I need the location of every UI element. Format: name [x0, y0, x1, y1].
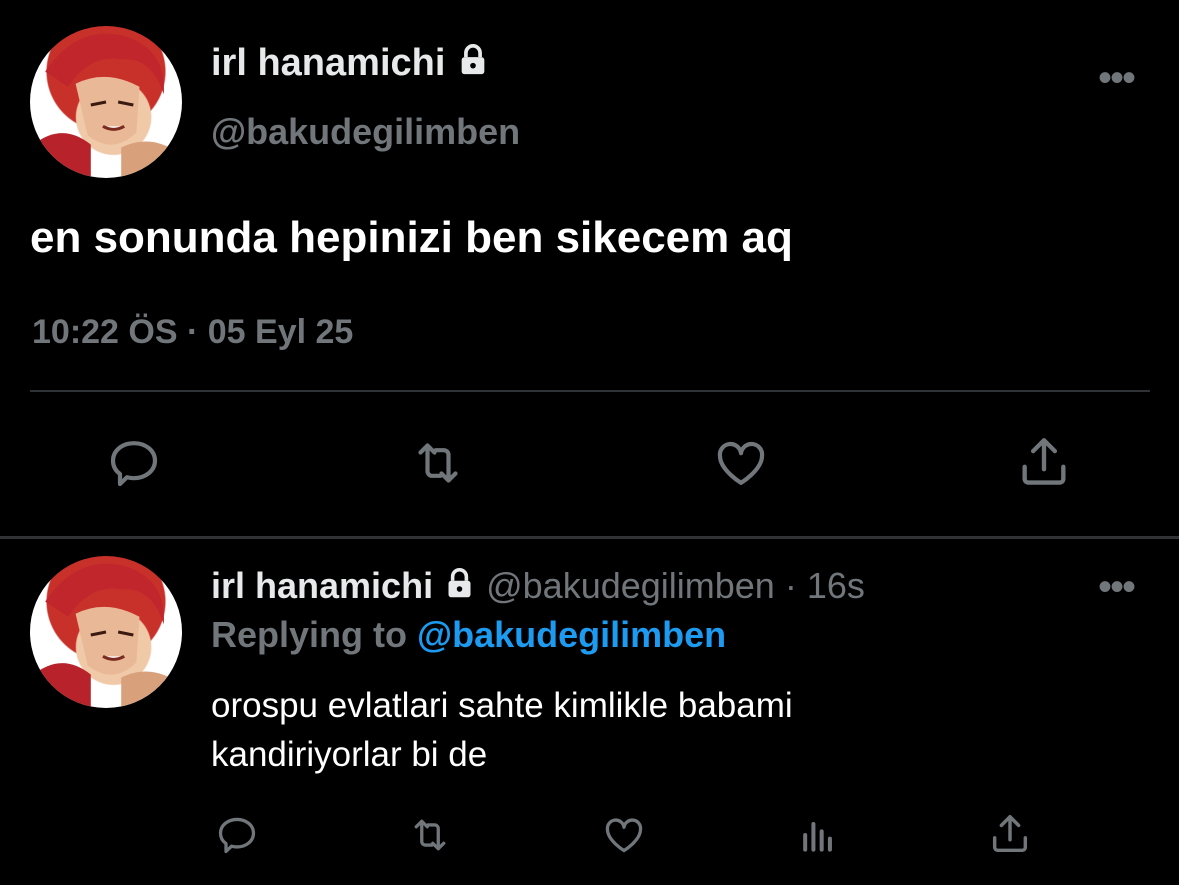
section-divider — [0, 536, 1179, 539]
share-icon[interactable] — [987, 811, 1033, 857]
share-icon[interactable] — [1015, 433, 1073, 491]
avatar[interactable] — [30, 26, 182, 178]
reply-icon[interactable] — [214, 813, 260, 857]
lock-icon — [443, 567, 476, 609]
more-options-icon[interactable]: ••• — [1098, 58, 1136, 98]
retweet-icon[interactable] — [405, 435, 471, 491]
handle[interactable]: @bakudegilimben — [486, 565, 775, 606]
reply-icon[interactable] — [104, 435, 164, 491]
display-name[interactable]: irl hanamichi — [211, 42, 490, 87]
reply-header: irl hanamichi @bakudegilimben · 16s — [211, 565, 865, 609]
avatar[interactable] — [30, 556, 182, 708]
tweet-text: en sonunda hepinizi ben sikecem aq — [30, 213, 793, 262]
divider — [30, 390, 1150, 392]
tweet-text: orospu evlatlari sahte kimlikle babami k… — [211, 686, 793, 774]
replying-to-link[interactable]: @bakudegilimben — [417, 614, 726, 655]
like-icon[interactable] — [600, 813, 648, 857]
like-icon[interactable] — [711, 435, 771, 491]
timestamp[interactable]: 10:22 ÖS · 05 Eyl 25 — [32, 313, 353, 352]
tweet-age[interactable]: 16s — [807, 565, 865, 606]
more-options-icon[interactable]: ••• — [1098, 567, 1136, 607]
retweet-icon[interactable] — [404, 813, 456, 857]
lock-icon — [456, 43, 490, 87]
display-name[interactable]: irl hanamichi — [211, 565, 433, 606]
handle[interactable]: @bakudegilimben — [211, 111, 520, 153]
analytics-icon[interactable] — [796, 813, 840, 857]
replying-to: Replying to @bakudegilimben — [211, 614, 727, 655]
